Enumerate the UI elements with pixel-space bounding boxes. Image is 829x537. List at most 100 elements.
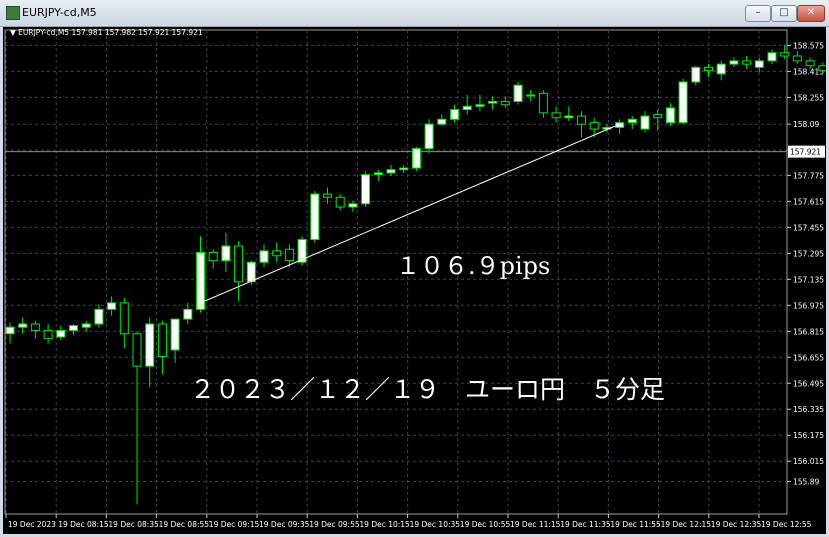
candle-bear <box>500 100 510 106</box>
y-tick-label: 156.815 <box>793 327 824 336</box>
candle-bull <box>145 323 155 367</box>
symbol-header: ▼ EURJPY-cd,M5 157.981 157.982 157.921 1… <box>10 28 203 37</box>
annotation-caption: ２０２３／１２／１９ ユーロ円 ５分足 <box>190 375 665 404</box>
chart-window-icon <box>6 6 20 20</box>
candle-bull <box>424 123 434 150</box>
candle-bull <box>754 60 764 68</box>
chart-area[interactable]: 158.575158.415158.255158.09157.93157.775… <box>3 27 826 534</box>
candle-bull <box>450 109 459 120</box>
x-tick-label: 19 Dec 11:15 <box>510 520 561 529</box>
candle-bull <box>437 118 447 125</box>
x-tick-label: 19 Dec 11:55 <box>610 520 661 529</box>
current-price-label: 157.921 <box>790 148 821 157</box>
candle-bull <box>526 94 536 97</box>
candle-bull <box>361 174 371 205</box>
candle-bull <box>56 329 66 338</box>
window-titlebar: EURJPY-cd,M5 – □ ✕ <box>0 0 829 27</box>
candle-bull <box>411 148 421 169</box>
y-tick-label: 156.495 <box>793 379 824 388</box>
candle-bull <box>665 107 675 124</box>
candle-bull <box>221 245 231 262</box>
y-tick-label: 156.975 <box>793 301 824 310</box>
candle-bear <box>234 245 244 283</box>
x-tick-label: 19 Dec 11:35 <box>560 520 611 529</box>
candle-bear <box>551 112 561 119</box>
y-tick-label: 158.09 <box>793 120 819 129</box>
candle-bear <box>589 122 599 130</box>
annotation-pips: １０６.９pips <box>396 252 550 280</box>
x-tick-label: 19 Dec 12:55 <box>761 520 812 529</box>
candle-bear <box>818 65 826 72</box>
y-tick-label: 156.655 <box>793 353 824 362</box>
candle-bear <box>577 115 586 125</box>
x-tick-label: 19 Dec 12:15 <box>661 520 712 529</box>
candle-bull <box>170 318 180 351</box>
candle-bull <box>462 105 472 111</box>
y-tick-label: 156.335 <box>793 405 824 414</box>
candle-bear <box>132 333 142 367</box>
x-tick-label: 19 Dec 10:35 <box>410 520 461 529</box>
candle-bull <box>107 302 117 310</box>
close-button[interactable]: ✕ <box>797 5 825 22</box>
candle-bull <box>386 169 396 174</box>
x-tick-label: 19 Dec 12:35 <box>711 520 762 529</box>
candle-bull <box>399 167 409 171</box>
y-tick-label: 155.89 <box>793 478 819 487</box>
candle-bear <box>335 196 345 208</box>
candle-bull <box>183 308 193 320</box>
candle-bear <box>119 302 129 335</box>
candle-bull <box>488 100 498 104</box>
maximize-button[interactable]: □ <box>771 5 797 22</box>
candle-bull <box>640 115 650 130</box>
candle-bull <box>475 104 485 107</box>
y-tick-label: 157.615 <box>793 197 824 206</box>
candle-bear <box>792 55 802 62</box>
candle-bear <box>284 248 294 262</box>
x-tick-label: 19 Dec 10:55 <box>460 520 511 529</box>
candle-bear <box>208 252 218 262</box>
candle-bull <box>246 261 256 283</box>
candle-bear <box>538 92 548 114</box>
y-tick-label: 157.135 <box>793 275 824 284</box>
candle-bull <box>196 252 205 310</box>
candle-bear <box>805 60 815 67</box>
candle-bull <box>348 203 358 208</box>
candle-bull <box>69 325 78 331</box>
candle-bull <box>81 323 91 328</box>
candle-bull <box>716 63 726 75</box>
candle-bear <box>30 323 40 331</box>
candle-bull <box>564 115 574 119</box>
candle-bull <box>94 308 104 325</box>
y-tick-label: 158.575 <box>793 41 824 50</box>
x-tick-label: 19 Dec 10:15 <box>359 520 410 529</box>
candle-bear <box>272 250 282 257</box>
x-tick-label: 19 Dec 08:15 <box>58 520 109 529</box>
minimize-button[interactable]: – <box>745 5 771 22</box>
window-title: EURJPY-cd,M5 <box>22 6 97 19</box>
y-tick-label: 157.455 <box>793 223 824 232</box>
candle-bull <box>767 52 777 62</box>
candle-bull <box>691 66 701 83</box>
y-tick-label: 157.775 <box>793 171 824 180</box>
y-tick-label: 156.015 <box>793 457 824 466</box>
y-tick-label: 157.295 <box>793 249 824 258</box>
y-tick-label: 156.175 <box>793 431 824 440</box>
candle-bear <box>157 323 167 357</box>
candle-bear <box>780 52 790 57</box>
candle-bull <box>627 118 637 124</box>
candle-bull <box>18 323 28 328</box>
x-tick-label: 19 Dec 09:55 <box>309 520 360 529</box>
candle-bull <box>373 172 383 176</box>
candle-bull <box>310 193 320 241</box>
candle-bear <box>704 66 713 72</box>
x-tick-label: 19 Dec 08:55 <box>159 520 210 529</box>
candle-bear <box>323 193 332 198</box>
candle-bull <box>729 60 739 65</box>
candle-bull <box>5 326 15 335</box>
candle-bull <box>259 250 269 263</box>
candle-bear <box>653 113 663 119</box>
x-tick-label: 19 Dec 09:15 <box>209 520 260 529</box>
candlestick-chart[interactable]: 158.575158.415158.255158.09157.93157.775… <box>3 27 826 534</box>
candle-bull <box>513 84 523 102</box>
x-tick-label: 19 Dec 08:35 <box>108 520 159 529</box>
